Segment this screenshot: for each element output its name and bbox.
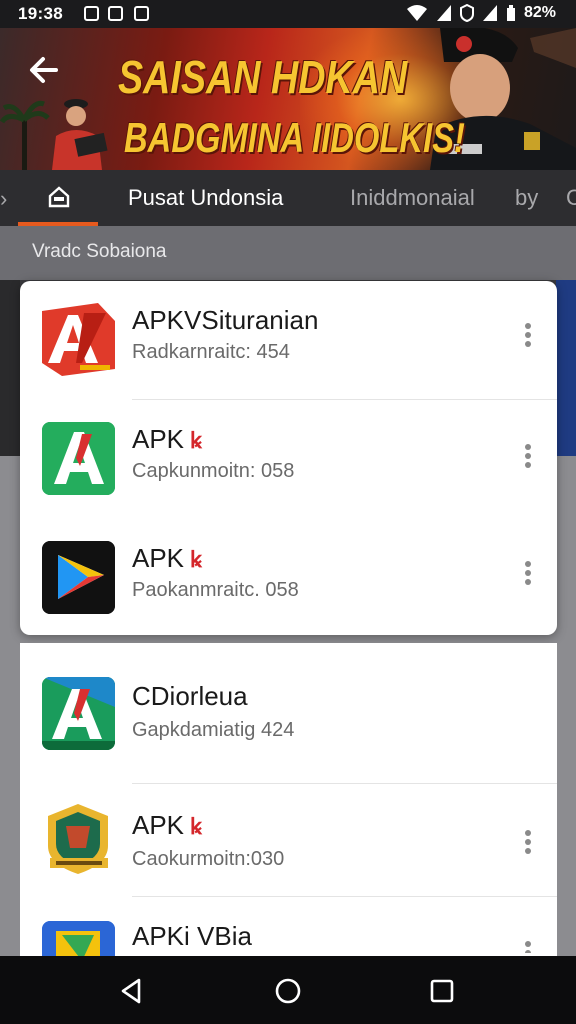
apps-list: CDiorleua Gapkdamiatig 424 APK ꝃ Caokurmo… (20, 643, 557, 994)
notification-icon (108, 6, 123, 21)
red-badge-icon: ꝃ (190, 428, 202, 453)
status-bar: 19:38 82% (0, 0, 576, 28)
officer-figure-left (52, 99, 108, 170)
background-panel (556, 280, 576, 456)
play-triangle-icon (42, 541, 115, 614)
status-time: 19:38 (18, 4, 63, 23)
app-subtitle: Caokurmoitn:030 (132, 848, 285, 870)
red-badge-icon: ꝃ (190, 547, 202, 572)
hero-banner: SAISAN HDKAN BADGMINA IIDOLKIS! (0, 28, 576, 170)
notification-icon (134, 6, 149, 21)
tab-iniddmonaial[interactable]: Iniddmonaial (350, 185, 475, 211)
app-title: APK ꝃ (132, 543, 202, 573)
more-vert-icon[interactable] (518, 939, 538, 953)
list-item[interactable]: APK ꝃ Paokanmraitc. 058 (20, 519, 557, 637)
shield-emblem-icon (42, 802, 115, 875)
more-vert-icon[interactable] (518, 559, 538, 589)
section-header: Vradc Sobaiona (0, 226, 576, 280)
back-arrow-icon[interactable] (26, 52, 62, 88)
teal-a-logo-icon (42, 677, 115, 750)
tab-by[interactable]: by (515, 185, 538, 211)
more-vert-icon[interactable] (518, 442, 538, 472)
tab-home[interactable] (18, 170, 98, 226)
app-subtitle: Radkarnraitc: 454 (132, 341, 290, 363)
featured-apps-card: APKVSituranian Radkarnraitc: 454 APK ꝃ Ca… (20, 281, 557, 635)
signal-icon (436, 5, 451, 21)
nav-back-icon[interactable] (117, 976, 147, 1006)
vpn-icon (459, 4, 474, 22)
banner-title: SAISAN HDKAN (118, 51, 408, 103)
home-icon (48, 186, 70, 208)
section-title: Vradc Sobaiona (32, 241, 167, 262)
app-subtitle: Capkunmoitn: 058 (132, 460, 295, 482)
list-item[interactable]: APK ꝃ Caokurmoitn:030 (20, 784, 557, 896)
green-a-logo-icon (42, 422, 115, 495)
list-item[interactable]: APKVSituranian Radkarnraitc: 454 (20, 281, 557, 399)
app-title: APK ꝃ (132, 810, 202, 840)
nav-recents-icon[interactable] (427, 976, 457, 1006)
list-item[interactable]: APKi VBia (20, 897, 557, 994)
list-item[interactable]: APK ꝃ Capkunmoitn: 058 (20, 400, 557, 518)
signal-icon (482, 5, 497, 21)
battery-icon (506, 5, 515, 21)
tab-c[interactable]: C (566, 185, 576, 211)
app-title: APKVSituranian (132, 305, 319, 335)
list-item[interactable]: CDiorleua Gapkdamiatig 424 (20, 643, 557, 783)
more-vert-icon[interactable] (518, 828, 538, 858)
system-nav-bar (0, 956, 576, 1024)
tab-bar: › Pusat Undonsia Iniddmonaial by C (0, 170, 576, 226)
banner-subtitle: BADGMINA IIDOLKIS! (124, 114, 465, 161)
tab-pusat-undonsia[interactable]: Pusat Undonsia (128, 185, 283, 211)
red-a-logo-icon (42, 303, 115, 376)
app-title: APKi VBia (132, 921, 252, 951)
more-vert-icon[interactable] (518, 321, 538, 351)
app-title: CDiorleua (132, 681, 248, 711)
app-title: APK ꝃ (132, 424, 202, 454)
scroll-left-chevron-icon[interactable]: › (0, 186, 7, 212)
app-subtitle: Gapkdamiatig 424 (132, 719, 295, 741)
app-subtitle: Paokanmraitc. 058 (132, 579, 299, 601)
notification-icon (84, 6, 99, 21)
nav-home-icon[interactable] (273, 976, 303, 1006)
wifi-icon (406, 5, 427, 21)
background-panel (0, 280, 20, 456)
red-badge-icon: ꝃ (190, 814, 202, 839)
battery-text: 82% (523, 4, 556, 21)
